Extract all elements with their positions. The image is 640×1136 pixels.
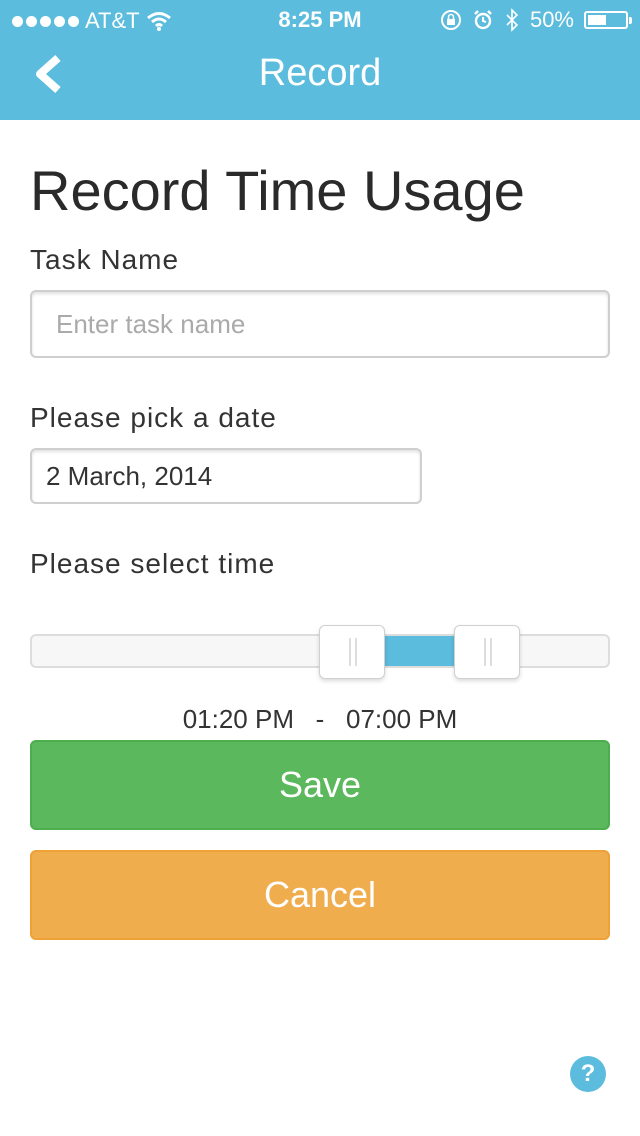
- task-name-label: Task Name: [30, 244, 180, 275]
- selected-time-range: 01:20 PM - 07:00 PM: [0, 704, 640, 735]
- page-title: Record Time Usage: [30, 159, 525, 222]
- bluetooth-icon: [506, 8, 519, 32]
- slider-handle-start[interactable]: [318, 625, 385, 679]
- alarm-icon: [474, 10, 492, 30]
- help-button[interactable]: ?: [570, 1056, 606, 1092]
- save-button[interactable]: Save: [30, 740, 610, 830]
- task-name-input[interactable]: [30, 290, 610, 358]
- cancel-button[interactable]: Cancel: [30, 850, 610, 940]
- slider-handle-end[interactable]: [454, 625, 521, 679]
- time-range-slider[interactable]: [30, 625, 610, 679]
- time-end: 07:00 PM: [346, 704, 458, 734]
- nav-title: Record: [258, 52, 382, 94]
- time-separator: -: [315, 704, 325, 734]
- rotation-lock-icon: [440, 10, 461, 30]
- status-right: 50%: [440, 7, 632, 33]
- time-label: Please select time: [30, 548, 276, 579]
- question-circle-icon: ?: [580, 1060, 596, 1087]
- battery-percent: 50%: [529, 7, 574, 32]
- status-bar: AT&T 8:25 PM 50%: [0, 0, 640, 40]
- battery-icon: [584, 11, 632, 29]
- date-label: Please pick a date: [30, 402, 277, 433]
- app-header: AT&T 8:25 PM 50% Record: [0, 0, 640, 120]
- date-input[interactable]: [30, 448, 422, 504]
- time-start: 01:20 PM: [182, 704, 294, 734]
